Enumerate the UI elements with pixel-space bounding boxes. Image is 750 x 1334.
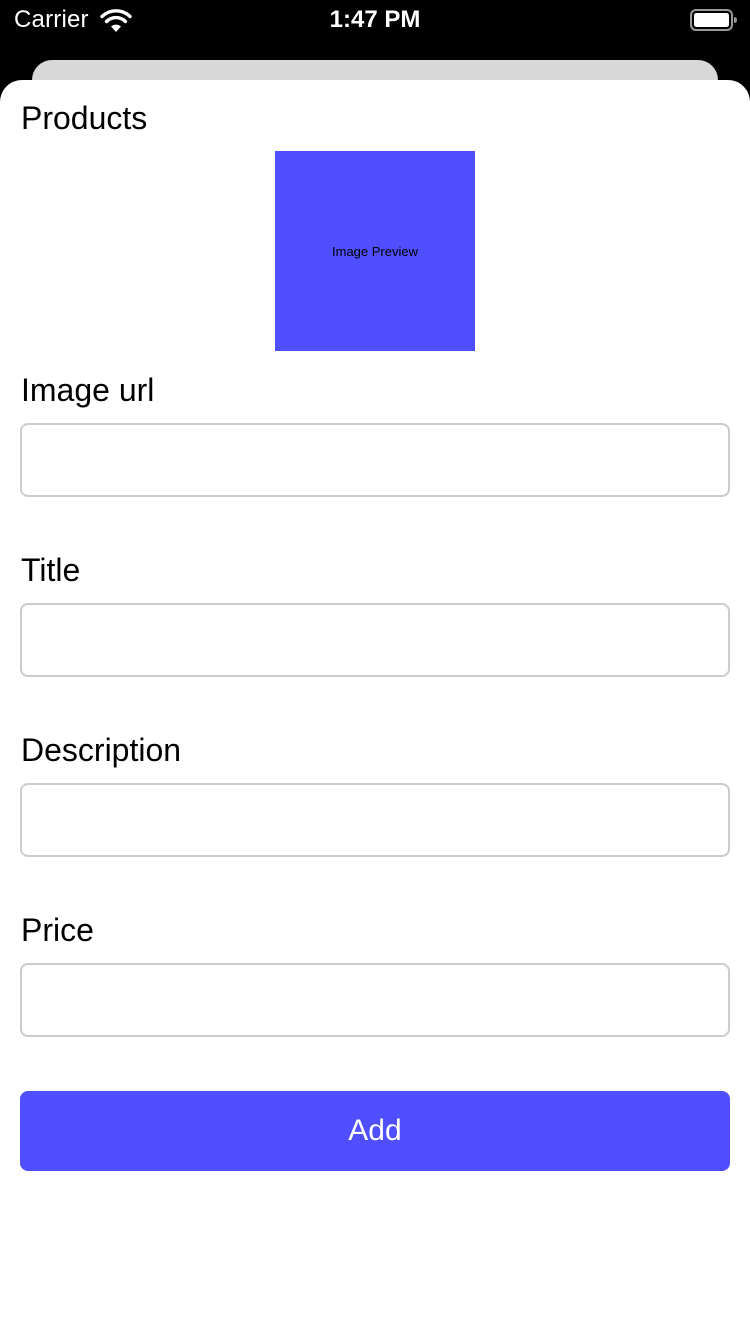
app-screen: Carrier 1:47 PM Products Image Preview I… [0, 0, 750, 1334]
image-url-label: Image url [21, 372, 155, 408]
image-preview-label: Image Preview [332, 243, 418, 259]
status-bar: Carrier 1:47 PM [0, 0, 750, 40]
battery-icon [690, 9, 737, 31]
description-input[interactable] [20, 783, 730, 857]
image-preview: Image Preview [275, 151, 475, 351]
price-input[interactable] [20, 963, 730, 1037]
page-title: Products [21, 100, 148, 136]
title-input[interactable] [20, 603, 730, 677]
description-label: Description [21, 732, 182, 768]
add-button[interactable]: Add [20, 1091, 730, 1171]
status-time: 1:47 PM [329, 6, 421, 33]
image-url-input[interactable] [20, 423, 730, 497]
price-label: Price [21, 912, 94, 948]
modal-sheet: Products Image Preview Image url Title D… [0, 80, 750, 1334]
title-label: Title [21, 552, 81, 588]
